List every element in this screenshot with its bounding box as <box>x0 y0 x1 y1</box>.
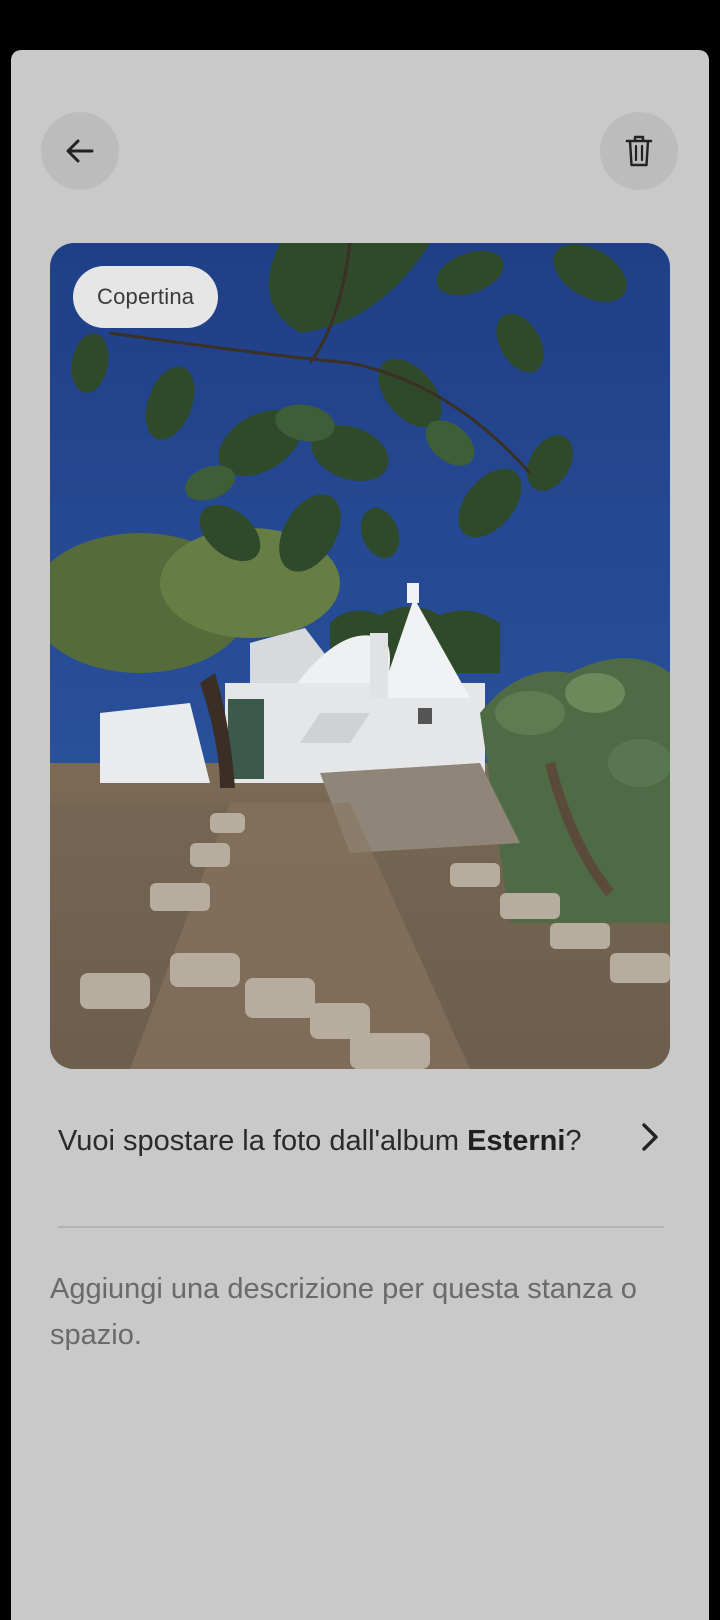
album-name: Esterni <box>467 1125 566 1157</box>
back-button[interactable] <box>41 112 119 190</box>
delete-button[interactable] <box>600 112 678 190</box>
trullo-photo-image <box>50 243 670 1069</box>
description-field[interactable]: Aggiungi una descrizione per questa stan… <box>50 1266 680 1358</box>
move-album-suffix: ? <box>565 1125 582 1157</box>
move-album-prefix: Vuoi spostare la foto dall'album <box>58 1125 468 1157</box>
trash-icon <box>625 135 653 167</box>
cover-photo[interactable]: Copertina <box>50 243 670 1069</box>
move-album-text: Vuoi spostare la foto dall'album Esterni… <box>58 1119 598 1164</box>
chevron-right-icon <box>642 1123 658 1151</box>
divider <box>58 1226 664 1228</box>
move-album-row[interactable]: Vuoi spostare la foto dall'album Esterni… <box>58 1113 668 1209</box>
bottom-sheet: Copertina Vuoi spostare la foto dall'alb… <box>11 50 709 1620</box>
arrow-left-icon <box>66 139 94 163</box>
cover-badge: Copertina <box>73 266 219 328</box>
